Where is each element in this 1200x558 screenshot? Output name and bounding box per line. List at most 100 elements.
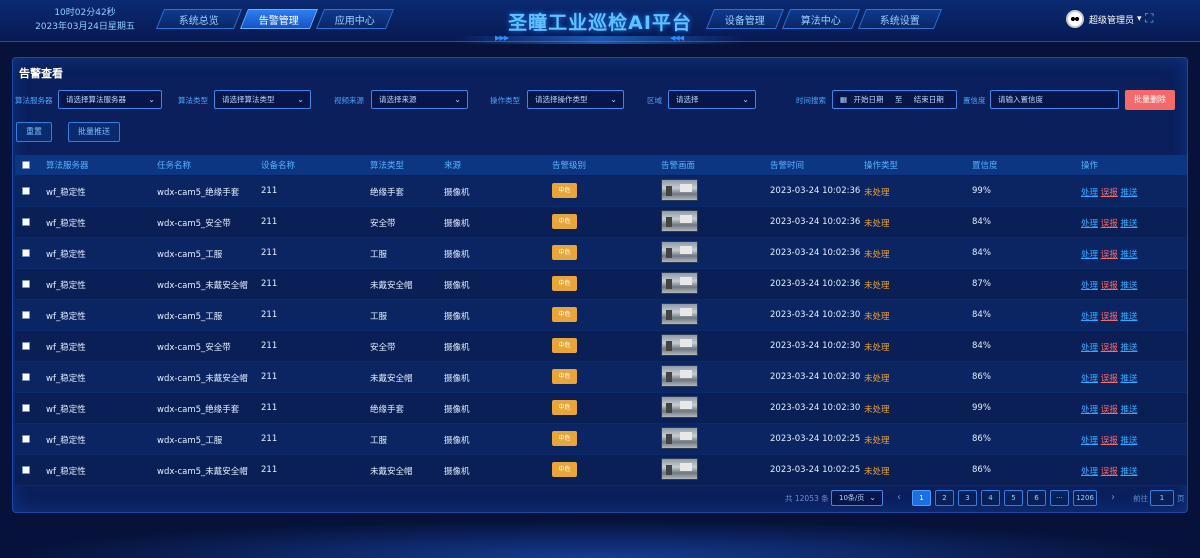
alarm-thumbnail[interactable] bbox=[661, 365, 698, 387]
false-alarm-link[interactable]: 误报 bbox=[1101, 405, 1118, 415]
handle-link[interactable]: 处理 bbox=[1081, 467, 1098, 477]
page-button[interactable]: 3 bbox=[958, 490, 977, 506]
nav-tab-apps[interactable]: 应用中心 bbox=[315, 9, 395, 29]
row-checkbox[interactable] bbox=[22, 249, 30, 257]
server-select[interactable]: 请选择算法服务器 ⌄ bbox=[58, 90, 162, 109]
alarm-thumbnail[interactable] bbox=[661, 396, 698, 418]
row-checkbox[interactable] bbox=[22, 342, 30, 350]
handle-link[interactable]: 处理 bbox=[1081, 281, 1098, 291]
op-type-select[interactable]: 请选择操作类型 ⌄ bbox=[527, 90, 624, 109]
user-menu[interactable]: 超级管理员 ▾ bbox=[1066, 10, 1142, 28]
cell-server: wf_稳定性 bbox=[46, 374, 86, 384]
cell-confidence: 84% bbox=[972, 341, 991, 351]
batch-push-button[interactable]: 批量推送 bbox=[68, 122, 120, 142]
cell-device: 211 bbox=[261, 465, 278, 475]
false-alarm-link[interactable]: 误报 bbox=[1101, 467, 1118, 477]
nav-tab-devices[interactable]: 设备管理 bbox=[705, 9, 785, 29]
select-all-checkbox[interactable] bbox=[22, 161, 30, 169]
alarm-thumbnail[interactable] bbox=[661, 272, 698, 294]
row-checkbox[interactable] bbox=[22, 466, 30, 474]
goto-page-input[interactable]: 1 bbox=[1150, 490, 1174, 506]
alarm-thumbnail[interactable] bbox=[661, 458, 698, 480]
batch-delete-button[interactable]: 批量删除 bbox=[1125, 90, 1175, 110]
page-button[interactable]: 4 bbox=[981, 490, 1000, 506]
handle-link[interactable]: 处理 bbox=[1081, 312, 1098, 322]
prev-page-button[interactable]: ‹ bbox=[897, 492, 901, 503]
false-alarm-link[interactable]: 误报 bbox=[1101, 312, 1118, 322]
push-link[interactable]: 推送 bbox=[1120, 250, 1137, 260]
row-checkbox[interactable] bbox=[22, 280, 30, 288]
alarm-thumbnail[interactable] bbox=[661, 179, 698, 201]
nav-tab-overview[interactable]: 系统总览 bbox=[155, 9, 243, 29]
push-link[interactable]: 推送 bbox=[1120, 281, 1137, 291]
false-alarm-link[interactable]: 误报 bbox=[1101, 219, 1118, 229]
cell-server: wf_稳定性 bbox=[46, 312, 86, 322]
false-alarm-link[interactable]: 误报 bbox=[1101, 281, 1118, 291]
push-link[interactable]: 推送 bbox=[1120, 343, 1137, 353]
false-alarm-link[interactable]: 误报 bbox=[1101, 374, 1118, 384]
cell-algo: 安全带 bbox=[370, 219, 396, 229]
table-row: wf_稳定性 wdx-cam5_工服 211 工服 摄像机 中危 2023-03-24 10… bbox=[15, 424, 1187, 455]
page-button[interactable]: ··· bbox=[1050, 490, 1069, 506]
nav-tab-algorithms[interactable]: 算法中心 bbox=[781, 9, 861, 29]
alarm-thumbnail[interactable] bbox=[661, 241, 698, 263]
area-select[interactable]: 请选择 ⌄ bbox=[668, 90, 756, 109]
handle-link[interactable]: 处理 bbox=[1081, 405, 1098, 415]
cell-algo: 绝缘手套 bbox=[370, 405, 405, 415]
push-link[interactable]: 推送 bbox=[1120, 219, 1137, 229]
next-page-button[interactable]: › bbox=[1111, 492, 1115, 503]
row-checkbox[interactable] bbox=[22, 373, 30, 381]
row-checkbox[interactable] bbox=[22, 435, 30, 443]
false-alarm-link[interactable]: 误报 bbox=[1101, 188, 1118, 198]
date-range-picker[interactable]: ▦ 开始日期 至 结束日期 bbox=[832, 90, 957, 109]
row-checkbox[interactable] bbox=[22, 218, 30, 226]
false-alarm-link[interactable]: 误报 bbox=[1101, 343, 1118, 353]
nav-tab-alarm[interactable]: 告警管理 bbox=[239, 9, 319, 29]
cell-task: wdx-cam5_未戴安全帽 bbox=[157, 374, 248, 384]
row-checkbox[interactable] bbox=[22, 187, 30, 195]
page-size-select[interactable]: 10条/页 ⌄ bbox=[831, 490, 883, 506]
page-button[interactable]: 1 bbox=[912, 490, 931, 506]
push-link[interactable]: 推送 bbox=[1120, 405, 1137, 415]
handle-link[interactable]: 处理 bbox=[1081, 343, 1098, 353]
row-checkbox[interactable] bbox=[22, 404, 30, 412]
push-link[interactable]: 推送 bbox=[1120, 436, 1137, 446]
handle-link[interactable]: 处理 bbox=[1081, 188, 1098, 198]
status-badge: 未处理 bbox=[864, 219, 890, 229]
page-button[interactable]: 5 bbox=[1004, 490, 1023, 506]
alarm-panel: 告警查看 算法服务器 请选择算法服务器 ⌄ 算法类型 请选择算法类型 ⌄ 视频来源 … bbox=[12, 57, 1188, 513]
false-alarm-link[interactable]: 误报 bbox=[1101, 250, 1118, 260]
alarm-thumbnail[interactable] bbox=[661, 210, 698, 232]
handle-link[interactable]: 处理 bbox=[1081, 250, 1098, 260]
alarm-thumbnail[interactable] bbox=[661, 427, 698, 449]
alarm-thumbnail[interactable] bbox=[661, 334, 698, 356]
col-op-type: 操作类型 bbox=[864, 161, 899, 171]
handle-link[interactable]: 处理 bbox=[1081, 219, 1098, 229]
nav-tab-settings[interactable]: 系统设置 bbox=[857, 9, 943, 29]
push-link[interactable]: 推送 bbox=[1120, 374, 1137, 384]
push-link[interactable]: 推送 bbox=[1120, 188, 1137, 198]
source-select[interactable]: 请选择来源 ⌄ bbox=[371, 90, 468, 109]
confidence-input[interactable]: 请输入置信度 bbox=[990, 90, 1119, 109]
false-alarm-link[interactable]: 误报 bbox=[1101, 436, 1118, 446]
row-checkbox[interactable] bbox=[22, 311, 30, 319]
page-button[interactable]: 2 bbox=[935, 490, 954, 506]
fullscreen-icon[interactable]: ⛶ bbox=[1145, 12, 1157, 24]
push-link[interactable]: 推送 bbox=[1120, 467, 1137, 477]
reset-button[interactable]: 重置 bbox=[16, 122, 52, 142]
cell-confidence: 99% bbox=[972, 186, 991, 196]
handle-link[interactable]: 处理 bbox=[1081, 374, 1098, 384]
status-badge: 未处理 bbox=[864, 436, 890, 446]
page-button[interactable]: 1206 bbox=[1073, 490, 1097, 506]
push-link[interactable]: 推送 bbox=[1120, 312, 1137, 322]
status-badge: 未处理 bbox=[864, 188, 890, 198]
table-row: wf_稳定性 wdx-cam5_安全带 211 安全带 摄像机 中危 2023-03-24 … bbox=[15, 331, 1187, 362]
cell-source: 摄像机 bbox=[444, 281, 470, 291]
page-button[interactable]: 6 bbox=[1027, 490, 1046, 506]
filter-label-algo: 算法类型 bbox=[178, 96, 208, 105]
handle-link[interactable]: 处理 bbox=[1081, 436, 1098, 446]
algo-select[interactable]: 请选择算法类型 ⌄ bbox=[214, 90, 311, 109]
alarm-thumbnail[interactable] bbox=[661, 303, 698, 325]
cell-device: 211 bbox=[261, 310, 278, 320]
cell-source: 摄像机 bbox=[444, 250, 470, 260]
